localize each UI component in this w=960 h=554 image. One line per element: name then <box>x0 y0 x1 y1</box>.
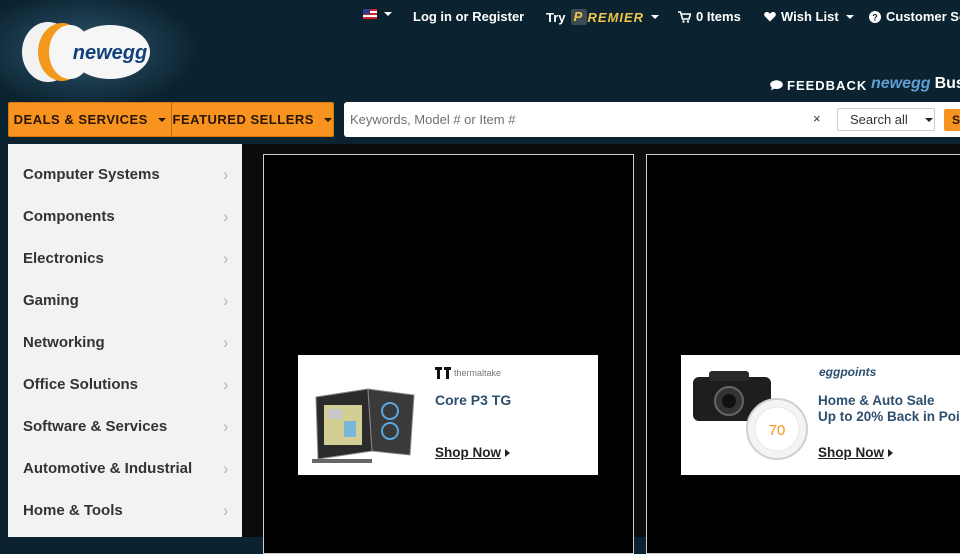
chevron-right-icon: › <box>223 416 228 436</box>
cart-icon <box>678 10 691 23</box>
sidebar-item-home-tools[interactable]: Home & Tools › <box>8 489 242 531</box>
search-scope-select[interactable]: Search all <box>837 108 935 131</box>
dashcam-thermostat-image: 70 <box>693 371 808 460</box>
premier-wordmark: P REMIER <box>570 9 645 25</box>
chevron-right-icon: › <box>223 500 228 520</box>
customer-service-label: Customer Se <box>886 9 960 24</box>
cart-count: 0 Items <box>696 9 741 24</box>
caret-down-icon <box>924 117 933 122</box>
clear-search-icon[interactable]: × <box>813 111 821 126</box>
svg-text:?: ? <box>872 12 878 22</box>
shop-now-link[interactable]: Shop Now <box>435 445 510 460</box>
business-brand: newegg <box>871 75 931 92</box>
main-nav: DEALS & SERVICES FEATURED SELLERS <box>8 102 334 137</box>
category-sidebar: Computer Systems › Components › Electron… <box>8 144 242 537</box>
search-bar: × Search all S <box>344 102 960 137</box>
deals-label: DEALS & SERVICES <box>13 112 148 127</box>
thermaltake-logo-icon <box>435 367 451 379</box>
wishlist-link[interactable]: Wish List <box>764 9 854 24</box>
eggpoints-ad-banner[interactable]: 70 eggpoints Home & Auto Sale Up to 20% … <box>681 355 960 475</box>
caret-down-icon <box>157 117 166 122</box>
shop-now-link[interactable]: Shop Now <box>818 445 893 460</box>
newegg-business-link[interactable]: newegg Bus <box>871 75 960 93</box>
ad-subtitle: Up to 20% Back in Points <box>818 409 960 424</box>
premier-p-icon: P <box>570 9 587 25</box>
chevron-right-icon: › <box>223 458 228 478</box>
chevron-right-icon: › <box>223 332 228 352</box>
thermostat-reading: 70 <box>769 422 786 439</box>
sidebar-item-electronics[interactable]: Electronics › <box>8 237 242 279</box>
promo-panel <box>263 154 634 554</box>
premier-label: REMIER <box>587 9 645 25</box>
sidebar-item-label: Computer Systems <box>23 165 160 183</box>
chevron-right-icon: › <box>223 374 228 394</box>
chevron-right-icon: › <box>223 248 228 268</box>
search-button[interactable]: S <box>944 109 960 131</box>
featured-sellers-menu[interactable]: FEATURED SELLERS <box>170 103 334 136</box>
login-link[interactable]: Log in or Register <box>413 9 524 24</box>
ad-title: Home & Auto Sale <box>818 393 935 408</box>
premier-link[interactable]: Try P REMIER <box>546 9 660 25</box>
sidebar-item-software-services[interactable]: Software & Services › <box>8 405 242 447</box>
sidebar-item-label: Electronics <box>23 249 104 267</box>
feedback-link[interactable]: FEEDBACK <box>770 78 867 93</box>
heart-icon <box>764 12 776 22</box>
caret-down-icon <box>651 15 660 19</box>
thermaltake-ad-banner[interactable]: thermaltake Core P3 TG Shop Now <box>298 355 598 475</box>
featured-label: FEATURED SELLERS <box>172 112 314 127</box>
sidebar-item-label: Automotive & Industrial <box>23 459 193 477</box>
sidebar-item-label: Gaming <box>23 291 79 309</box>
sidebar-item-office-solutions[interactable]: Office Solutions › <box>8 363 242 405</box>
newegg-logo[interactable]: newegg <box>18 16 158 86</box>
sidebar-item-label: Home & Tools <box>23 501 123 519</box>
sidebar-item-label: Office Solutions <box>23 375 139 393</box>
sidebar-item-label: Components <box>23 207 115 225</box>
site-header: newegg Log in or Register Try P REMIER 0… <box>0 0 960 144</box>
shop-now-label: Shop Now <box>818 445 884 460</box>
chevron-right-icon: › <box>223 164 228 184</box>
locale-selector[interactable] <box>363 9 392 19</box>
sidebar-item-gaming[interactable]: Gaming › <box>8 279 242 321</box>
sidebar-item-label: Software & Services <box>23 417 168 435</box>
sidebar-item-label: Networking <box>23 333 105 351</box>
wishlist-label: Wish List <box>781 9 839 24</box>
feedback-label: FEEDBACK <box>787 78 868 93</box>
sidebar-item-components[interactable]: Components › <box>8 195 242 237</box>
ad-brand: thermaltake <box>454 368 502 378</box>
play-arrow-icon <box>505 448 510 457</box>
speech-bubble-icon <box>770 80 783 91</box>
caret-down-icon <box>323 117 332 122</box>
caret-down-icon <box>384 12 392 16</box>
cart-link[interactable]: 0 Items <box>678 9 741 24</box>
logo-text: newegg <box>73 42 147 64</box>
us-flag-icon <box>363 9 377 19</box>
deals-services-menu[interactable]: DEALS & SERVICES <box>9 103 171 136</box>
customer-service-link[interactable]: ? Customer Se <box>869 9 960 24</box>
promo-panel <box>646 154 960 554</box>
search-scope-label: Search all <box>850 112 908 127</box>
try-label: Try <box>546 9 566 25</box>
sidebar-item-computer-systems[interactable]: Computer Systems › <box>8 153 242 195</box>
search-input[interactable] <box>344 102 814 137</box>
chevron-right-icon: › <box>223 290 228 310</box>
shop-now-label: Shop Now <box>435 445 501 460</box>
question-circle-icon: ? <box>869 10 881 23</box>
sidebar-item-networking[interactable]: Networking › <box>8 321 242 363</box>
business-label: Bus <box>934 75 960 92</box>
caret-down-icon <box>845 14 854 19</box>
chevron-right-icon: › <box>223 206 228 226</box>
play-arrow-icon <box>888 448 893 457</box>
ad-brand: eggpoints <box>819 365 877 379</box>
pc-case-image <box>312 388 415 463</box>
sidebar-item-automotive-industrial[interactable]: Automotive & Industrial › <box>8 447 242 489</box>
ad-title: Core P3 TG <box>435 392 512 408</box>
